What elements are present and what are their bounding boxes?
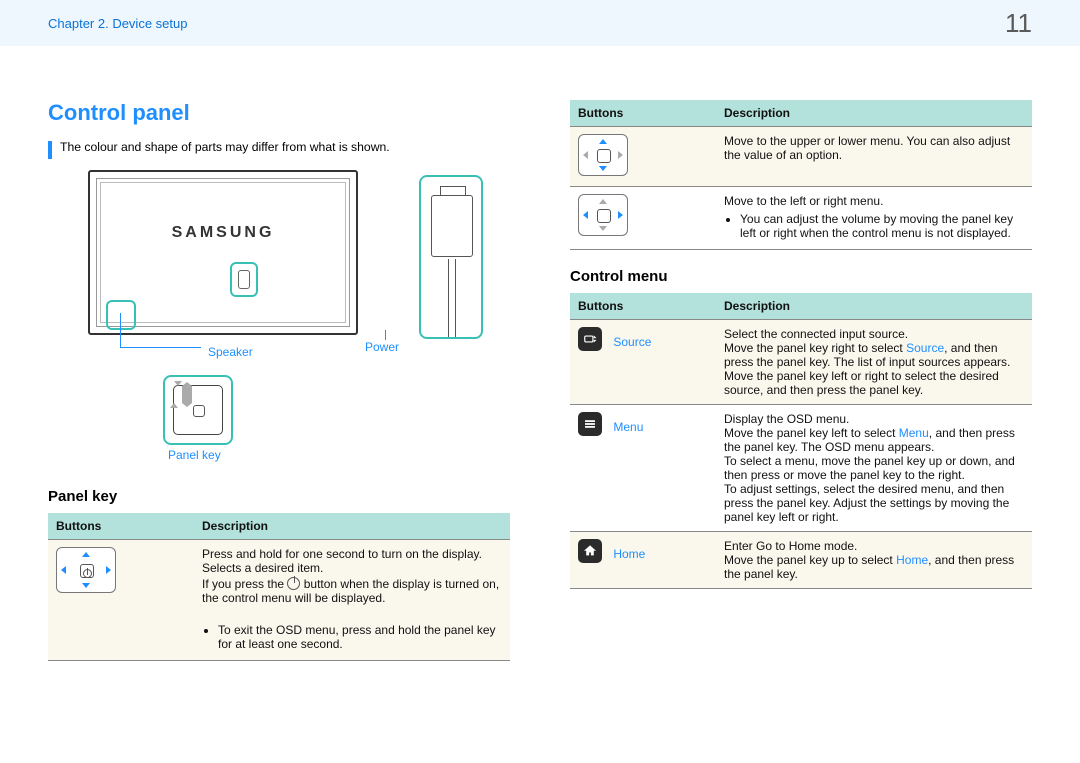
- chapter-label: Chapter 2. Device setup: [48, 16, 187, 31]
- left-column: Control panel The colour and shape of pa…: [48, 100, 510, 661]
- page-title: Control panel: [48, 100, 510, 126]
- home-desc: Enter Go to Home mode. Move the panel ke…: [716, 532, 1032, 589]
- th-buttons: Buttons: [48, 513, 194, 540]
- desc-line: Move the panel key left to select Menu, …: [724, 426, 1024, 454]
- bullet: You can adjust the volume by moving the …: [740, 212, 1024, 240]
- panel-key-up-down-icon: [578, 134, 628, 176]
- desc-line: If you press the button when the display…: [202, 575, 502, 605]
- source-desc: Select the connected input source. Move …: [716, 320, 1032, 405]
- direction-table: Buttons Description Move to the upper or…: [570, 100, 1032, 250]
- desc-line: Move the panel key up to select Home, an…: [724, 553, 1024, 581]
- source-name: Source: [613, 335, 651, 349]
- page-number: 11: [1005, 8, 1032, 39]
- up-down-icon-cell: [570, 127, 716, 187]
- panel-key-heading: Panel key: [48, 488, 510, 505]
- lead-text: The colour and shape of parts may differ…: [60, 140, 390, 154]
- desc-line: Move the panel key right to select Sourc…: [724, 341, 1024, 397]
- desc-line: Press and hold for one second to turn on…: [202, 547, 502, 561]
- up-down-desc: Move to the upper or lower menu. You can…: [716, 127, 1032, 187]
- panel-key-desc: Press and hold for one second to turn on…: [194, 540, 510, 613]
- desc-line: Selects a desired item.: [202, 561, 502, 575]
- left-right-desc: Move to the left or right menu. You can …: [716, 187, 1032, 250]
- th-description: Description: [194, 513, 510, 540]
- speaker-label: Speaker: [208, 345, 253, 359]
- power-icon: [80, 564, 94, 578]
- power-icon: [287, 577, 300, 590]
- th-description: Description: [716, 293, 1032, 320]
- bullet: To exit the OSD menu, press and hold the…: [218, 623, 502, 651]
- panel-key-left-right-icon: [578, 194, 628, 236]
- power-highlight: [419, 175, 483, 339]
- menu-button-cell: Menu: [570, 405, 716, 532]
- th-buttons: Buttons: [570, 293, 716, 320]
- power-label: Power: [365, 340, 399, 354]
- panel-key-table: Buttons Description Press and hold for o…: [48, 513, 510, 661]
- desc-line: To select a menu, move the panel key up …: [724, 454, 1024, 482]
- panel-key-highlight: [230, 262, 258, 297]
- panel-key-zoom: [163, 375, 233, 445]
- menu-icon: [578, 412, 602, 436]
- desc-line: Enter Go to Home mode.: [724, 539, 1024, 553]
- panel-key-note: To exit the OSD menu, press and hold the…: [194, 612, 510, 661]
- lead-note: The colour and shape of parts may differ…: [48, 140, 510, 166]
- device-illustration: SAMSUNG Speaker Power Panel key: [88, 170, 438, 470]
- th-buttons: Buttons: [570, 100, 716, 127]
- control-menu-table: Buttons Description Source Select the co…: [570, 293, 1032, 589]
- page-header: Chapter 2. Device setup 11: [0, 0, 1080, 46]
- menu-name: Menu: [613, 420, 643, 434]
- control-menu-heading: Control menu: [570, 268, 1032, 285]
- device-body: SAMSUNG: [88, 170, 358, 335]
- panel-key-icon-cell: [48, 540, 194, 661]
- desc-line: To adjust settings, select the desired m…: [724, 482, 1024, 524]
- home-icon: [578, 539, 602, 563]
- home-name: Home: [613, 547, 645, 561]
- desc-line: Move to the left or right menu.: [724, 194, 1024, 208]
- manual-page: Chapter 2. Device setup 11 Control panel…: [0, 0, 1080, 763]
- th-description: Description: [716, 100, 1032, 127]
- left-right-icon-cell: [570, 187, 716, 250]
- menu-desc: Display the OSD menu. Move the panel key…: [716, 405, 1032, 532]
- panel-key-all-directions-icon: [56, 547, 116, 593]
- home-button-cell: Home: [570, 532, 716, 589]
- desc-line: Select the connected input source.: [724, 327, 1024, 341]
- source-button-cell: Source: [570, 320, 716, 405]
- desc-line: Display the OSD menu.: [724, 412, 1024, 426]
- right-column: Buttons Description Move to the upper or…: [570, 100, 1032, 661]
- device-logo: SAMSUNG: [90, 224, 356, 242]
- panel-key-label: Panel key: [168, 448, 221, 462]
- source-icon: [578, 327, 602, 351]
